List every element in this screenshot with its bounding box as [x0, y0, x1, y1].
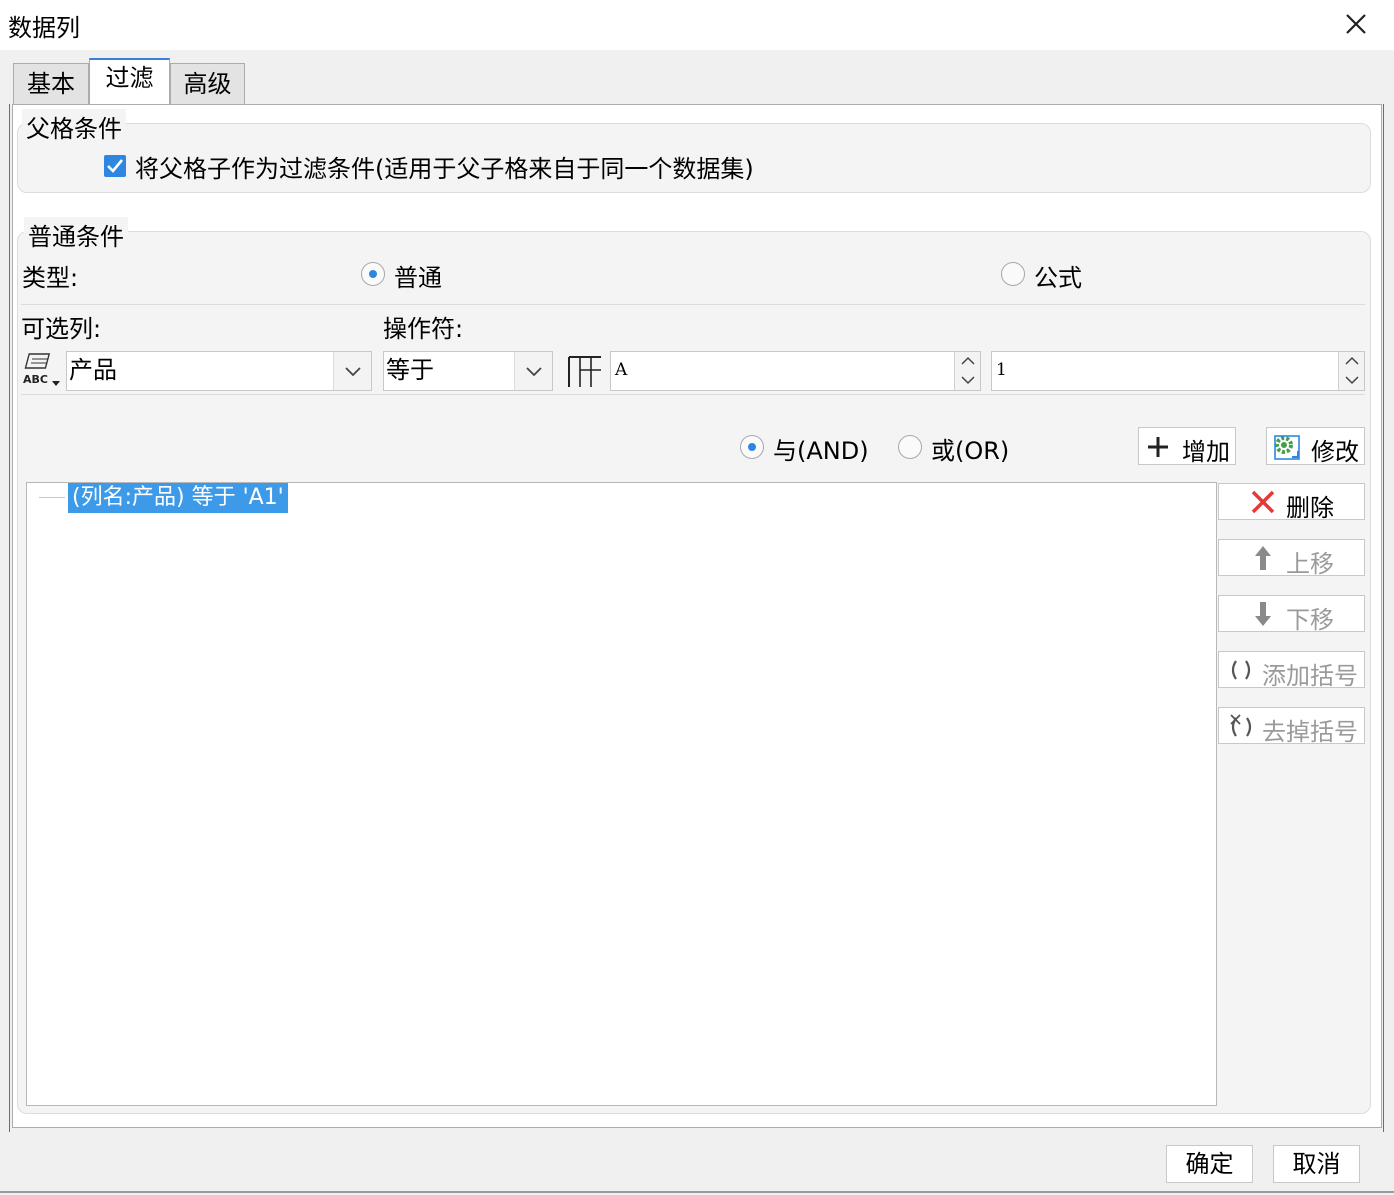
ok-button[interactable]: 确定	[1166, 1145, 1253, 1183]
delete-button-label: 删除	[1286, 494, 1334, 522]
add-button[interactable]: 增加	[1138, 427, 1236, 466]
logic-or-radio[interactable]	[898, 435, 922, 459]
modify-button-label: 修改	[1311, 438, 1359, 466]
cancel-button[interactable]: 取消	[1273, 1145, 1360, 1183]
close-button[interactable]	[1336, 4, 1376, 44]
parent-filter-checkbox[interactable]	[104, 155, 126, 177]
type-formula-radio[interactable]	[1001, 262, 1025, 286]
column-type-button[interactable]: ABC	[22, 351, 64, 387]
chevron-down-icon	[526, 367, 542, 377]
divider	[21, 304, 1365, 305]
plus-icon	[1148, 437, 1168, 457]
move-up-button[interactable]: 上移	[1218, 539, 1365, 578]
gear-edit-icon	[1274, 435, 1300, 460]
normal-condition-legend: 普通条件	[24, 217, 128, 252]
logic-or-label: 或(OR)	[931, 437, 1010, 465]
parent-filter-label: 将父格子作为过滤条件(适用于父子格来自于同一个数据集)	[135, 155, 754, 183]
type-normal-radio[interactable]	[361, 262, 385, 286]
check-icon	[107, 159, 124, 173]
add-button-label: 增加	[1182, 438, 1230, 466]
bracket-icon	[1231, 660, 1251, 680]
tab-filter[interactable]: 过滤	[89, 58, 170, 105]
value-cell-field[interactable]: A	[610, 351, 981, 391]
close-icon	[1346, 14, 1366, 34]
spin-down-icon[interactable]	[955, 371, 981, 390]
arrow-up-icon	[1255, 546, 1271, 570]
value-number-field[interactable]: 1	[991, 351, 1365, 391]
spin-up-icon[interactable]	[1339, 352, 1365, 371]
tab-advanced[interactable]: 高级	[170, 63, 245, 105]
value-cell-text: A	[615, 360, 628, 380]
cell-grid-icon	[568, 356, 601, 387]
cell-reference-button[interactable]	[567, 353, 603, 389]
column-label: 可选列:	[21, 315, 102, 343]
condition-item[interactable]: (列名:产品) 等于 'A1'	[68, 483, 288, 513]
operator-label: 操作符:	[383, 315, 464, 343]
divider	[21, 394, 1365, 395]
modify-button[interactable]: 修改	[1266, 427, 1365, 466]
radio-dot	[369, 270, 377, 278]
add-bracket-button-label: 添加括号	[1262, 662, 1358, 690]
window-title: 数据列	[8, 14, 80, 42]
abc-column-icon: ABC	[23, 353, 60, 386]
operator-select[interactable]: 等于	[383, 351, 553, 391]
column-select[interactable]: 产品	[66, 351, 372, 391]
logic-and-label: 与(AND)	[773, 437, 869, 465]
frame-left	[9, 104, 10, 1132]
spin-down-icon[interactable]	[1339, 371, 1365, 390]
value-number-text: 1	[996, 360, 1007, 380]
remove-bracket-button-label: 去掉括号	[1262, 718, 1358, 746]
remove-bracket-icon	[1230, 714, 1252, 737]
type-label: 类型:	[22, 264, 79, 292]
logic-and-radio[interactable]	[740, 435, 764, 459]
arrow-down-icon	[1255, 602, 1271, 626]
operator-select-value: 等于	[386, 356, 434, 384]
title-bar	[0, 0, 1394, 50]
value-cell-spinner[interactable]	[954, 352, 980, 390]
condition-list[interactable]: (列名:产品) 等于 'A1'	[26, 482, 1217, 1106]
chevron-down-icon	[345, 367, 361, 377]
delete-x-icon	[1251, 490, 1275, 514]
type-normal-label: 普通	[394, 264, 442, 292]
frame-right	[1383, 104, 1384, 1132]
column-select-value: 产品	[69, 356, 117, 384]
value-number-spinner[interactable]	[1338, 352, 1364, 390]
svg-text:ABC: ABC	[23, 373, 48, 386]
move-down-button[interactable]: 下移	[1218, 595, 1365, 634]
radio-dot	[748, 443, 756, 451]
move-up-button-label: 上移	[1286, 550, 1334, 578]
column-dropdown-button[interactable]	[333, 352, 371, 390]
filter-panel: 父格条件 将父格子作为过滤条件(适用于父子格来自于同一个数据集) 普通条件 类型…	[12, 104, 1382, 1128]
parent-condition-legend: 父格条件	[22, 109, 126, 144]
tab-basic[interactable]: 基本	[13, 63, 89, 105]
spin-up-icon[interactable]	[955, 352, 981, 371]
tree-line	[39, 497, 65, 498]
remove-bracket-button[interactable]: 去掉括号	[1218, 707, 1365, 746]
add-bracket-button[interactable]: 添加括号	[1218, 651, 1365, 690]
operator-dropdown-button[interactable]	[514, 352, 552, 390]
type-formula-label: 公式	[1034, 264, 1082, 292]
frame-bottom	[0, 1191, 1394, 1193]
delete-button[interactable]: 删除	[1218, 483, 1365, 522]
move-down-button-label: 下移	[1286, 606, 1334, 634]
